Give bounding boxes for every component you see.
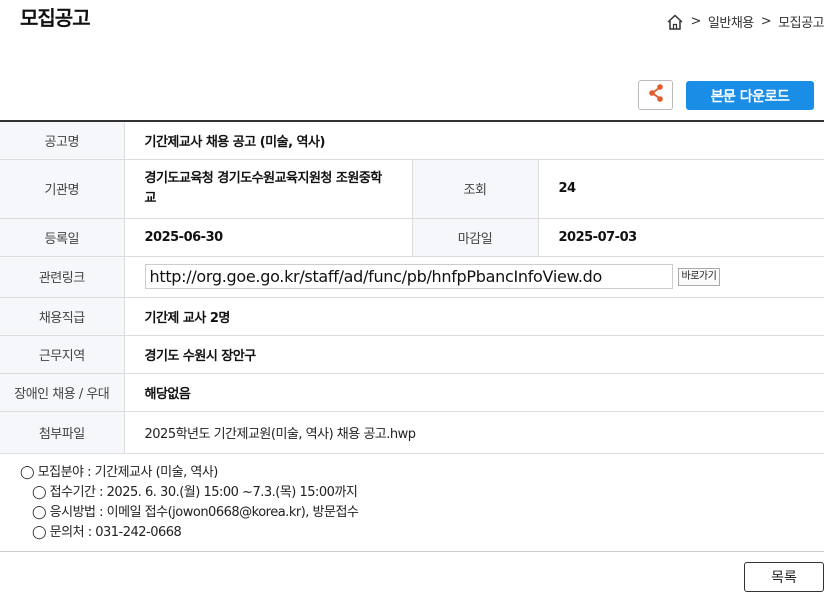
note-line: ◯ 응시방법 : 이메일 접수(jowon0668@korea.kr), 방문접… [32, 505, 359, 520]
attachment-label: 첨부파일 [0, 411, 125, 454]
breadcrumb-item-recruit[interactable]: 일반채용 [708, 12, 754, 31]
table-row: 첨부파일 2025학년도 기간제교원(미술, 역사) 채용 공고.hwp [0, 411, 824, 454]
views-value: 24 [538, 159, 824, 219]
link-label: 관련링크 [0, 256, 125, 298]
region-label: 근무지역 [0, 335, 125, 374]
note-line: ◯ 문의처 : 031-242-0668 [32, 525, 182, 540]
home-icon[interactable] [666, 13, 684, 31]
table-row: 기관명 경기도교육청 경기도수원교육지원청 조원중학교 조회 24 [0, 159, 824, 219]
reg-date-value: 2025-06-30 [124, 218, 412, 257]
page-title: 모집공고 [20, 6, 91, 30]
table-row: 채용직급 기간제 교사 2명 [0, 297, 824, 336]
divider [0, 551, 824, 552]
table-row: 근무지역 경기도 수원시 장안구 [0, 335, 824, 374]
table-row: 장애인 채용 / 우대 해당없음 [0, 373, 824, 412]
download-button[interactable]: 본문 다운로드 [686, 81, 814, 110]
views-label: 조회 [411, 159, 539, 219]
go-link-button[interactable]: 바로가기 [677, 267, 721, 286]
title-value: 기간제교사 채용 공고 (미술, 역사) [124, 121, 824, 160]
title-label: 공고명 [0, 121, 125, 160]
position-value: 기간제 교사 2명 [124, 297, 824, 336]
note-line: ◯ 접수기간 : 2025. 6. 30.(월) 15:00 ~7.3.(목) … [32, 485, 358, 500]
share-icon [647, 83, 665, 107]
breadcrumb: > 일반채용 > 모집공고 [666, 12, 824, 31]
deadline-label: 마감일 [411, 218, 539, 257]
attachment-cell: 2025학년도 기간제교원(미술, 역사) 채용 공고.hwp [124, 411, 824, 454]
breadcrumb-separator: > [690, 14, 702, 29]
link-cell: http://org.goe.go.kr/staff/ad/func/pb/hn… [124, 256, 824, 298]
position-label: 채용직급 [0, 297, 125, 336]
org-value: 경기도교육청 경기도수원교육지원청 조원중학교 [124, 159, 412, 219]
disability-value: 해당없음 [124, 373, 824, 412]
region-value: 경기도 수원시 장안구 [124, 335, 824, 374]
deadline-value: 2025-07-03 [538, 218, 824, 257]
notice-body: ◯ 모집분야 : 기간제교사 (미술, 역사) ◯ 접수기간 : 2025. 6… [20, 463, 359, 543]
attachment-file-link[interactable]: 2025학년도 기간제교원(미술, 역사) 채용 공고.hwp [145, 427, 417, 442]
org-label: 기관명 [0, 159, 125, 219]
notice-info-table: 공고명 기간제교사 채용 공고 (미술, 역사) 기관명 경기도교육청 경기도수… [0, 120, 824, 454]
table-row: 등록일 2025-06-30 마감일 2025-07-03 [0, 218, 824, 257]
table-row: 관련링크 http://org.goe.go.kr/staff/ad/func/… [0, 256, 824, 298]
breadcrumb-separator: > [760, 14, 772, 29]
disability-label: 장애인 채용 / 우대 [0, 373, 125, 412]
reg-date-label: 등록일 [0, 218, 125, 257]
share-button[interactable] [638, 80, 673, 110]
table-row: 공고명 기간제교사 채용 공고 (미술, 역사) [0, 121, 824, 160]
related-link-field[interactable]: http://org.goe.go.kr/staff/ad/func/pb/hn… [144, 264, 673, 289]
list-button[interactable]: 목록 [744, 562, 824, 592]
note-line: ◯ 모집분야 : 기간제교사 (미술, 역사) [20, 465, 218, 480]
breadcrumb-item-notice[interactable]: 모집공고 [778, 12, 824, 31]
